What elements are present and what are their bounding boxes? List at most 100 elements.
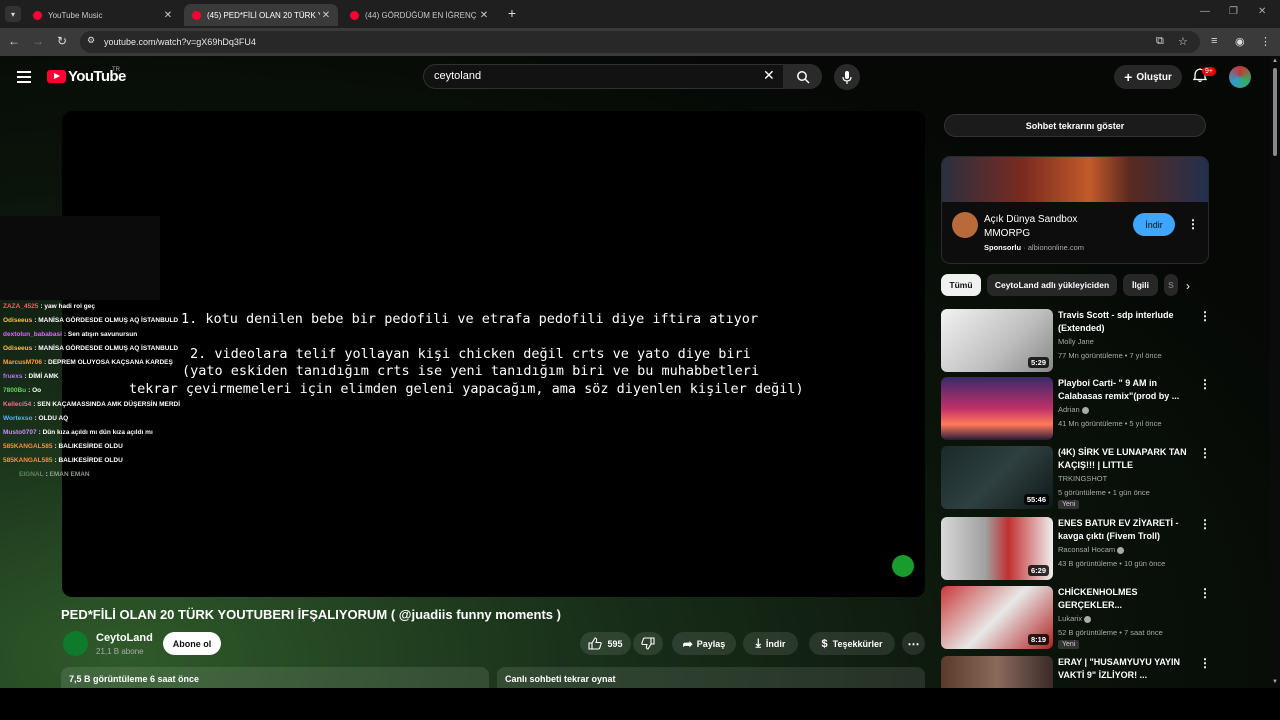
- recommended-channel[interactable]: Lukarix: [1058, 614, 1092, 623]
- notification-count-badge: 9+: [1202, 67, 1216, 76]
- recommended-channel-name: Raconsal Hocam: [1058, 545, 1116, 554]
- ad-more-icon[interactable]: ⋮: [1187, 217, 1199, 231]
- recommended-meta: 52 B görüntüleme • 7 saat önce: [1058, 628, 1163, 637]
- new-badge: Yeni: [1058, 640, 1080, 649]
- more-options-icon[interactable]: ⋮: [1199, 586, 1211, 600]
- chip-related[interactable]: İlgili: [1123, 274, 1158, 296]
- video-thumbnail[interactable]: 5:29: [941, 309, 1053, 372]
- bookmark-star-icon[interactable]: ☆: [1178, 35, 1188, 48]
- reload-icon[interactable]: ↻: [54, 34, 70, 48]
- forward-icon[interactable]: →: [30, 34, 46, 48]
- scroll-up-icon[interactable]: ▲: [1272, 58, 1278, 64]
- browser-tabbar: ▾ YouTube Music ✕ (45) PED*FİLİ OLAN 20 …: [0, 0, 1280, 28]
- site-info-icon[interactable]: ⚙: [87, 35, 95, 46]
- thanks-button[interactable]: $ Teşekkürler: [809, 632, 895, 655]
- recommended-video-title[interactable]: (4K) SİRK VE LUNAPARK TAN KAÇIŞ!!! | LIT…: [1058, 446, 1190, 474]
- search-button[interactable]: [783, 64, 822, 89]
- ad-banner-image[interactable]: [942, 157, 1208, 202]
- dislike-button[interactable]: [633, 632, 663, 655]
- recommended-channel[interactable]: Raconsal Hocam: [1058, 545, 1125, 554]
- recommended-video[interactable]: Playboi Carti- " 9 AM in Calabasas remix…: [941, 377, 1271, 441]
- tab-current-video[interactable]: (45) PED*FİLİ OLAN 20 TÜRK YO ✕: [184, 4, 338, 26]
- description-box[interactable]: 7,5 B görüntüleme 6 saat önce: [61, 667, 489, 688]
- minimize-icon[interactable]: —: [1200, 6, 1210, 17]
- install-app-icon[interactable]: ⧉: [1156, 35, 1164, 48]
- chat-text: MANİSA GÖRDESDE OLMUŞ AQ İSTANBULD: [38, 317, 179, 324]
- recommended-channel[interactable]: TRKINGSHOT: [1058, 474, 1107, 483]
- sponsored-ad[interactable]: Açık Dünya Sandbox MMORPG Sponsorlu · al…: [941, 156, 1209, 264]
- search-value[interactable]: ceytoland: [434, 70, 481, 82]
- like-button[interactable]: 595: [580, 632, 631, 655]
- ad-install-button[interactable]: İndir: [1133, 213, 1175, 236]
- scrollbar-thumb[interactable]: [1273, 68, 1277, 156]
- channel-avatar[interactable]: [63, 631, 88, 656]
- voice-search-button[interactable]: [834, 64, 860, 90]
- chip-from-uploader[interactable]: CeytoLand adlı yükleyiciden: [987, 274, 1117, 296]
- url-text[interactable]: youtube.com/watch?v=gX69hDq3FU4: [104, 37, 256, 47]
- share-button[interactable]: ➦ Paylaş: [672, 632, 736, 655]
- more-actions-button[interactable]: ⋯: [902, 632, 925, 655]
- account-avatar[interactable]: [1229, 66, 1251, 88]
- video-thumbnail[interactable]: 55:46: [941, 446, 1053, 509]
- recommended-video[interactable]: 55:46 (4K) SİRK VE LUNAPARK TAN KAÇIŞ!!! …: [941, 446, 1271, 510]
- tab-title: YouTube Music: [48, 10, 103, 20]
- recommended-channel[interactable]: Adrian: [1058, 405, 1089, 414]
- restore-icon[interactable]: ❐: [1229, 6, 1238, 17]
- more-options-icon[interactable]: ⋮: [1199, 517, 1211, 531]
- tab-youtube-music[interactable]: YouTube Music ✕: [25, 4, 180, 26]
- menu-icon[interactable]: [17, 71, 31, 86]
- tab-other-video[interactable]: (44) GÖRDÜĞÜM EN İĞRENÇ C ✕: [342, 4, 496, 26]
- recommended-channel-name: Adrian: [1058, 405, 1080, 414]
- channel-watermark[interactable]: [892, 555, 914, 577]
- close-window-icon[interactable]: ✕: [1258, 6, 1266, 17]
- download-button[interactable]: ⤓ İndir: [743, 632, 798, 655]
- more-options-icon[interactable]: ⋮: [1199, 309, 1211, 323]
- chat-username: 7800Bu: [3, 387, 27, 394]
- show-chat-replay-button[interactable]: Sohbet tekrarını göster: [944, 114, 1206, 137]
- share-icon: ➦: [682, 636, 693, 651]
- chat-text: EMAN EMAN: [49, 471, 90, 478]
- chip-partial[interactable]: S: [1164, 274, 1178, 296]
- video-thumbnail[interactable]: 6:29: [941, 517, 1053, 580]
- mic-icon: [842, 70, 852, 84]
- channel-name[interactable]: CeytoLand: [96, 632, 153, 644]
- recommended-channel[interactable]: Molly Jane: [1058, 337, 1094, 346]
- recommended-channel-name: Lukarix: [1058, 614, 1083, 623]
- close-tab-icon[interactable]: ✕: [162, 10, 174, 21]
- more-options-icon[interactable]: ⋮: [1199, 656, 1211, 670]
- chat-text: MANİSA GÖRDESDE OLMUŞ AQ İSTANBULD: [38, 345, 179, 352]
- tab-search-dropdown-icon[interactable]: ▾: [5, 6, 21, 22]
- clear-search-icon[interactable]: ✕: [763, 67, 775, 84]
- recommended-video[interactable]: 5:29 Travis Scott - sdp interlude (Extend…: [941, 309, 1271, 373]
- sponsored-label: Sponsorlu: [984, 243, 1022, 252]
- live-chat-replay[interactable]: Canlı sohbeti tekrar oynat: [497, 667, 925, 688]
- close-tab-icon[interactable]: ✕: [320, 10, 332, 21]
- new-tab-button[interactable]: +: [504, 5, 520, 21]
- back-icon[interactable]: ←: [6, 34, 22, 48]
- youtube-logo-icon[interactable]: [47, 70, 66, 83]
- ad-title[interactable]: Açık Dünya Sandbox MMORPG: [984, 213, 1114, 241]
- recommended-video-title[interactable]: Playboi Carti- " 9 AM in Calabasas remix…: [1058, 377, 1190, 403]
- media-controls-icon[interactable]: ≡: [1211, 35, 1217, 47]
- video-thumbnail[interactable]: [941, 377, 1053, 440]
- recommended-video-title[interactable]: ERAY | "HUSAMYUYU YAYIN VAKTİ 9" İZLİYOR…: [1058, 656, 1190, 682]
- chevron-right-icon[interactable]: ›: [1186, 279, 1190, 293]
- profile-icon[interactable]: ◉: [1235, 35, 1245, 48]
- chat-username: EIGNAL: [19, 471, 44, 478]
- browser-menu-icon[interactable]: ⋮: [1260, 35, 1271, 48]
- chat-username: Odiseeus: [3, 317, 33, 324]
- recommended-video-title[interactable]: ENES BATUR EV ZİYARETİ - kavga çıktı (Fi…: [1058, 517, 1190, 543]
- video-thumbnail[interactable]: 8:19: [941, 586, 1053, 649]
- create-button[interactable]: + Oluştur: [1114, 65, 1182, 89]
- subscribe-button[interactable]: Abone ol: [163, 632, 221, 655]
- recommended-video[interactable]: 6:29 ENES BATUR EV ZİYARETİ - kavga çıktı…: [941, 517, 1271, 581]
- recommended-video[interactable]: 8:19 CHİCKENHOLMES GERÇEKLER... Lukarix 52 …: [941, 586, 1271, 650]
- more-options-icon[interactable]: ⋮: [1199, 377, 1211, 391]
- chat-message: Kelleci54: SEN KAÇAMASSINDA AMK DÜŞERSİN…: [3, 398, 181, 412]
- recommended-video-title[interactable]: CHİCKENHOLMES GERÇEKLER...: [1058, 586, 1190, 612]
- recommended-video-title[interactable]: Travis Scott - sdp interlude (Extended): [1058, 309, 1190, 335]
- more-options-icon[interactable]: ⋮: [1199, 446, 1211, 460]
- chip-all[interactable]: Tümü: [941, 274, 981, 296]
- scroll-down-icon[interactable]: ▼: [1272, 679, 1278, 685]
- close-tab-icon[interactable]: ✕: [478, 10, 490, 21]
